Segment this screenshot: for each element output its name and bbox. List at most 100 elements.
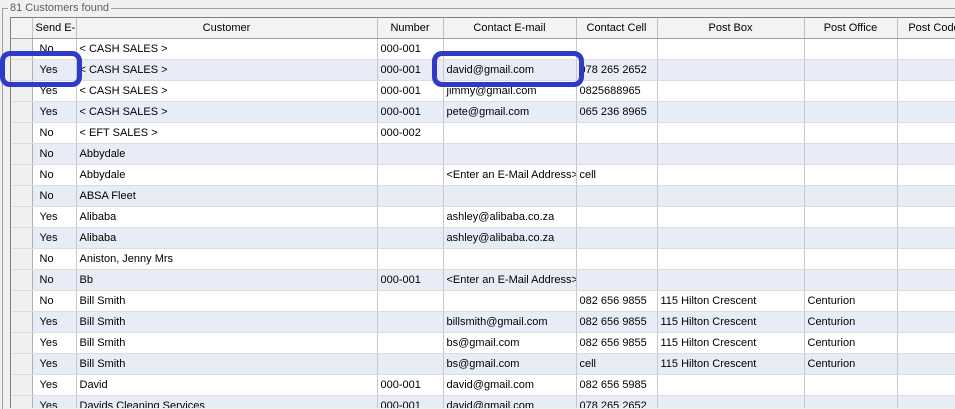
customer-cell[interactable]: Bill Smith: [76, 290, 378, 312]
post-box-cell[interactable]: 115 Hilton Crescent: [657, 311, 805, 333]
row-indicator[interactable]: [11, 290, 33, 312]
post-code-cell[interactable]: [897, 101, 955, 123]
contact-cell-cell[interactable]: [576, 38, 658, 60]
number-cell[interactable]: [377, 248, 444, 270]
number-cell[interactable]: [377, 353, 444, 375]
table-row[interactable]: No Aniston, Jenny Mrs: [11, 248, 955, 270]
send-email-cell[interactable]: Yes: [32, 374, 77, 396]
row-indicator[interactable]: [11, 227, 33, 249]
number-cell[interactable]: [377, 164, 444, 186]
send-email-cell[interactable]: No: [32, 143, 77, 165]
send-email-cell[interactable]: No: [32, 185, 77, 207]
contact-email-cell[interactable]: [443, 122, 577, 144]
table-row[interactable]: No Abbydale <Enter an E-Mail Address> cell: [11, 164, 955, 186]
post-box-cell[interactable]: 115 Hilton Crescent: [657, 353, 805, 375]
post-box-cell[interactable]: [657, 269, 805, 291]
contact-cell-cell[interactable]: 082 656 9855: [576, 332, 658, 354]
post-office-cell[interactable]: [804, 80, 898, 102]
table-row[interactable]: Yes Davids Cleaning Services 000-001 david@…: [11, 395, 955, 408]
post-office-cell[interactable]: [804, 143, 898, 165]
post-office-cell[interactable]: [804, 206, 898, 228]
table-row[interactable]: No < EFT SALES >000-002: [11, 122, 955, 144]
customer-cell[interactable]: Aniston, Jenny Mrs: [76, 248, 378, 270]
send-email-cell[interactable]: Yes: [32, 332, 77, 354]
row-indicator[interactable]: [11, 164, 33, 186]
post-code-cell[interactable]: [897, 395, 955, 408]
post-code-cell[interactable]: [897, 269, 955, 291]
customer-cell[interactable]: David: [76, 374, 378, 396]
customer-cell[interactable]: Davids Cleaning Services: [76, 395, 378, 408]
col-contact-email[interactable]: Contact E-mail: [443, 18, 577, 39]
post-code-cell[interactable]: [897, 122, 955, 144]
contact-email-cell[interactable]: [443, 290, 577, 312]
row-indicator[interactable]: [11, 269, 33, 291]
number-cell[interactable]: [377, 227, 444, 249]
number-cell[interactable]: 000-001: [377, 101, 444, 123]
post-code-cell[interactable]: [897, 80, 955, 102]
post-office-cell[interactable]: Centurion: [804, 311, 898, 333]
customer-cell[interactable]: Bb: [76, 269, 378, 291]
post-code-cell[interactable]: [897, 290, 955, 312]
number-cell[interactable]: 000-001: [377, 80, 444, 102]
contact-email-cell[interactable]: <Enter an E-Mail Address>: [443, 164, 577, 186]
post-office-cell[interactable]: Centurion: [804, 290, 898, 312]
col-post-box[interactable]: Post Box: [657, 18, 805, 39]
post-office-cell[interactable]: Centurion: [804, 332, 898, 354]
send-email-cell[interactable]: Yes: [32, 353, 77, 375]
contact-cell-cell[interactable]: 082 656 5985: [576, 374, 658, 396]
table-row[interactable]: Yes Alibaba ashley@alibaba.co.za: [11, 227, 955, 249]
contact-email-cell[interactable]: [443, 248, 577, 270]
post-box-cell[interactable]: [657, 101, 805, 123]
post-box-cell[interactable]: [657, 248, 805, 270]
customer-cell[interactable]: Alibaba: [76, 206, 378, 228]
post-office-cell[interactable]: [804, 101, 898, 123]
contact-cell-cell[interactable]: 0825688965: [576, 80, 658, 102]
post-box-cell[interactable]: [657, 38, 805, 60]
contact-cell-cell[interactable]: 082 656 9855: [576, 311, 658, 333]
table-row[interactable]: No Bb 000-001 <Enter an E-Mail Address>: [11, 269, 955, 291]
col-contact-cell[interactable]: Contact Cell: [576, 18, 658, 39]
number-cell[interactable]: [377, 143, 444, 165]
number-cell[interactable]: [377, 311, 444, 333]
post-office-cell[interactable]: [804, 248, 898, 270]
contact-email-cell[interactable]: bs@gmail.com: [443, 353, 577, 375]
col-post-office[interactable]: Post Office: [804, 18, 898, 39]
post-office-cell[interactable]: [804, 227, 898, 249]
contact-cell-cell[interactable]: 065 236 8965: [576, 101, 658, 123]
send-email-cell[interactable]: Yes: [32, 227, 77, 249]
contact-cell-cell[interactable]: [576, 227, 658, 249]
send-email-cell[interactable]: Yes: [32, 395, 77, 408]
contact-email-cell[interactable]: david@gmail.com: [443, 374, 577, 396]
table-row[interactable]: Yes < CASH SALES >000-001 pete@gmail.com 06…: [11, 101, 955, 123]
table-row[interactable]: Yes Bill Smith bs@gmail.com cell 115 Hilton …: [11, 353, 955, 375]
customer-cell[interactable]: < CASH SALES >: [76, 59, 378, 81]
send-email-cell[interactable]: Yes: [32, 206, 77, 228]
post-code-cell[interactable]: [897, 227, 955, 249]
customer-cell[interactable]: Bill Smith: [76, 353, 378, 375]
customer-cell[interactable]: < CASH SALES >: [76, 38, 378, 60]
post-code-cell[interactable]: [897, 248, 955, 270]
number-cell[interactable]: 000-001: [377, 395, 444, 408]
post-office-cell[interactable]: [804, 395, 898, 408]
contact-email-cell[interactable]: david@gmail.com: [443, 395, 577, 408]
post-office-cell[interactable]: [804, 185, 898, 207]
customer-cell[interactable]: Alibaba: [76, 227, 378, 249]
send-email-cell[interactable]: Yes: [32, 101, 77, 123]
contact-cell-cell[interactable]: 082 656 9855: [576, 290, 658, 312]
customer-cell[interactable]: Bill Smith: [76, 311, 378, 333]
post-code-cell[interactable]: [897, 311, 955, 333]
number-cell[interactable]: [377, 290, 444, 312]
customer-cell[interactable]: Abbydale: [76, 164, 378, 186]
row-indicator[interactable]: [11, 122, 33, 144]
col-number[interactable]: Number: [377, 18, 444, 39]
row-indicator[interactable]: [11, 206, 33, 228]
post-box-cell[interactable]: [657, 122, 805, 144]
post-code-cell[interactable]: [897, 59, 955, 81]
contact-email-cell[interactable]: pete@gmail.com: [443, 101, 577, 123]
post-code-cell[interactable]: [897, 185, 955, 207]
post-code-cell[interactable]: [897, 353, 955, 375]
contact-cell-cell[interactable]: cell: [576, 164, 658, 186]
number-cell[interactable]: 000-001: [377, 269, 444, 291]
send-email-cell[interactable]: No: [32, 164, 77, 186]
post-office-cell[interactable]: [804, 59, 898, 81]
